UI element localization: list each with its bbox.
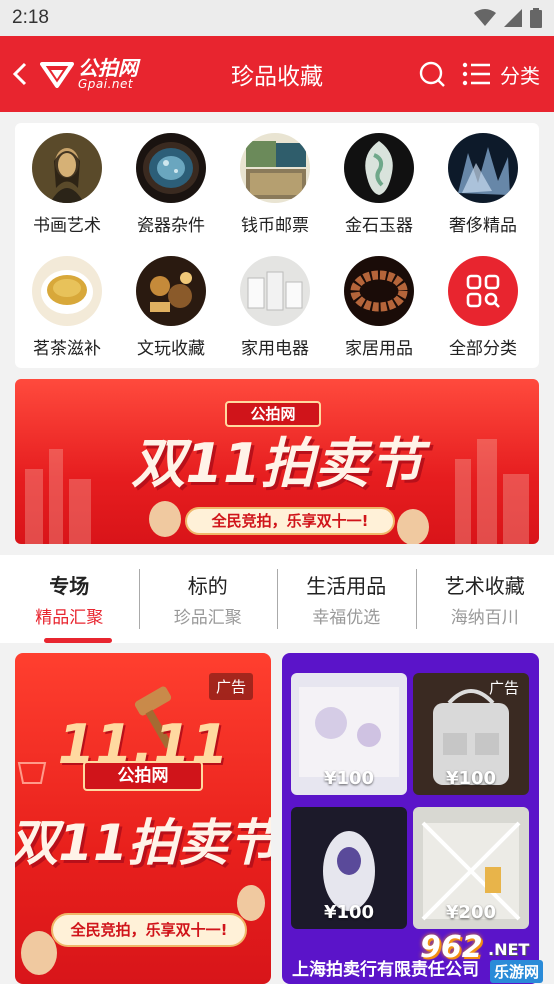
product-price: ¥100 <box>323 902 375 923</box>
porcelain-bowl-icon <box>136 133 206 203</box>
watermark-site: 乐游网 <box>490 960 544 983</box>
category-grid: 书画艺术 瓷器杂件 钱币邮票 金石玉器 奢侈精品 茗茶滋补 文玩收藏 家用电器 … <box>15 123 539 368</box>
category-label: 金石玉器 <box>345 216 413 236</box>
wifi-icon <box>474 9 496 26</box>
tab-title: 专场 <box>49 574 90 598</box>
product-price: ¥200 <box>445 902 497 923</box>
tab-title: 生活用品 <box>306 574 387 598</box>
appliances-icon <box>240 256 310 326</box>
stamp-icon <box>240 133 310 203</box>
logo-text-cn: 公拍网 <box>78 56 138 80</box>
category-label: 家居用品 <box>345 339 413 359</box>
category-label: 瓷器杂件 <box>137 216 205 236</box>
card-headline: 双11拍卖节 <box>15 814 271 872</box>
banner-slogan: 全民竞拍，乐享双十一! <box>185 507 395 535</box>
category-luxury[interactable]: 奢侈精品 <box>431 133 535 236</box>
chevron-left-icon <box>12 62 27 86</box>
category-porcelain[interactable]: 瓷器杂件 <box>119 133 223 236</box>
list-menu-icon <box>462 62 490 86</box>
tab-subtitle: 珍品汇聚 <box>173 608 242 628</box>
search-icon[interactable] <box>418 60 446 88</box>
status-bar: 2:18 <box>0 0 554 36</box>
category-all[interactable]: 全部分类 <box>431 256 535 359</box>
category-painting[interactable]: 书画艺术 <box>15 133 119 236</box>
tab-title: 标的 <box>187 574 228 598</box>
tab-daily-goods[interactable]: 生活用品 幸福优选 <box>277 555 416 643</box>
bead-bracelet-icon <box>344 256 414 326</box>
category-label: 书画艺术 <box>33 216 101 236</box>
category-label: 分类 <box>500 63 540 88</box>
product-bedding[interactable]: ¥100 <box>291 673 407 795</box>
category-antiques[interactable]: 文玩收藏 <box>119 256 223 359</box>
product-price: ¥100 <box>323 768 375 789</box>
status-icons <box>474 8 542 28</box>
tab-subtitle: 幸福优选 <box>312 608 381 628</box>
category-button[interactable]: 分类 <box>462 60 540 89</box>
tab-subtitle: 海纳百川 <box>450 608 519 628</box>
ad-badge: 广告 <box>488 679 519 697</box>
tea-cup-icon <box>32 256 102 326</box>
category-tea[interactable]: 茗茶滋补 <box>15 256 119 359</box>
product-gift[interactable]: ¥200 <box>413 807 529 929</box>
category-label: 家用电器 <box>241 339 309 359</box>
product-handbag[interactable]: 广告 ¥100 <box>413 673 529 795</box>
product-price: ¥100 <box>445 768 497 789</box>
gpai-logo-mark <box>40 62 74 88</box>
card-brand: 公拍网 <box>83 761 203 791</box>
tab-subtitle: 精品汇聚 <box>35 608 104 628</box>
tab-active-indicator <box>44 638 112 643</box>
tab-title: 艺术收藏 <box>444 574 525 598</box>
tab-special[interactable]: 专场 精品汇聚 <box>0 555 139 643</box>
category-home[interactable]: 家居用品 <box>327 256 431 359</box>
category-label: 茗茶滋补 <box>33 339 101 359</box>
category-label: 文玩收藏 <box>137 339 205 359</box>
status-time: 2:18 <box>12 7 49 28</box>
watermark-number: 962 <box>420 930 483 965</box>
ad-badge: 广告 <box>208 673 253 700</box>
logo-text-en: Gpai.net <box>78 77 134 91</box>
signal-icon <box>504 9 522 27</box>
section-tabs: 专场 精品汇聚 标的 珍品汇聚 生活用品 幸福优选 艺术收藏 海纳百川 <box>0 555 554 643</box>
tab-items[interactable]: 标的 珍品汇聚 <box>138 555 278 643</box>
tab-art-collection[interactable]: 艺术收藏 海纳百川 <box>415 555 554 643</box>
jade-pendant-icon <box>344 133 414 203</box>
category-label: 钱币邮票 <box>241 216 309 236</box>
back-button[interactable] <box>0 36 40 112</box>
battery-icon <box>530 8 542 28</box>
promo-banner[interactable]: 公拍网 双11拍卖节 全民竞拍，乐享双十一! <box>15 379 539 544</box>
category-appliances[interactable]: 家用电器 <box>223 256 327 359</box>
watermark-suffix: .NET <box>488 940 530 959</box>
grid-search-icon <box>448 256 518 326</box>
card-slogan: 全民竞拍，乐享双十一! <box>51 913 247 947</box>
category-jade[interactable]: 金石玉器 <box>327 133 431 236</box>
gpai-logo[interactable]: 公拍网 Gpai.net <box>40 58 138 90</box>
app-header: 公拍网 Gpai.net 珍品收藏 分类 <box>0 36 554 112</box>
banner-headline: 双11拍卖节 <box>131 432 423 495</box>
mona-lisa-painting-icon <box>32 133 102 203</box>
promo-card-left[interactable]: 广告 11.11 公拍网 双11拍卖节 全民竞拍，乐享双十一! <box>15 653 271 984</box>
antique-items-icon <box>136 256 206 326</box>
category-label: 奢侈精品 <box>449 216 517 236</box>
site-watermark: 962 .NET 乐游网 <box>420 930 550 984</box>
product-device[interactable]: ¥100 <box>291 807 407 929</box>
crystal-ornament-icon <box>448 133 518 203</box>
category-coins-stamps[interactable]: 钱币邮票 <box>223 133 327 236</box>
category-label: 全部分类 <box>449 339 517 359</box>
